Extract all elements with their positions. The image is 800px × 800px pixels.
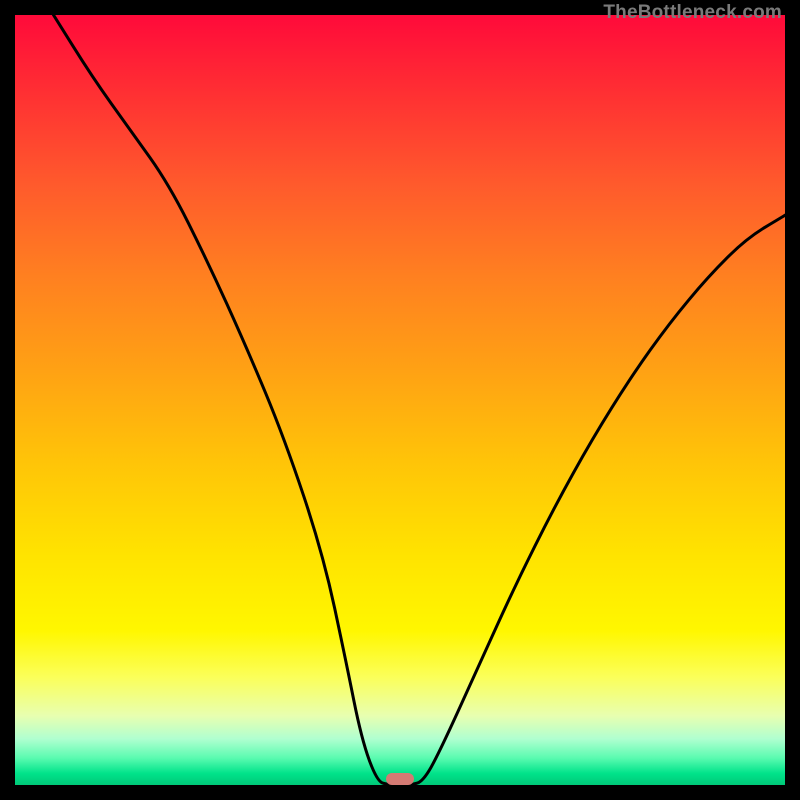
optimal-marker (386, 773, 414, 785)
plot-area (15, 15, 785, 785)
watermark-text: TheBottleneck.com (603, 2, 782, 24)
curve-path (54, 15, 786, 785)
chart-frame: TheBottleneck.com (0, 0, 800, 800)
bottleneck-curve (15, 15, 785, 785)
